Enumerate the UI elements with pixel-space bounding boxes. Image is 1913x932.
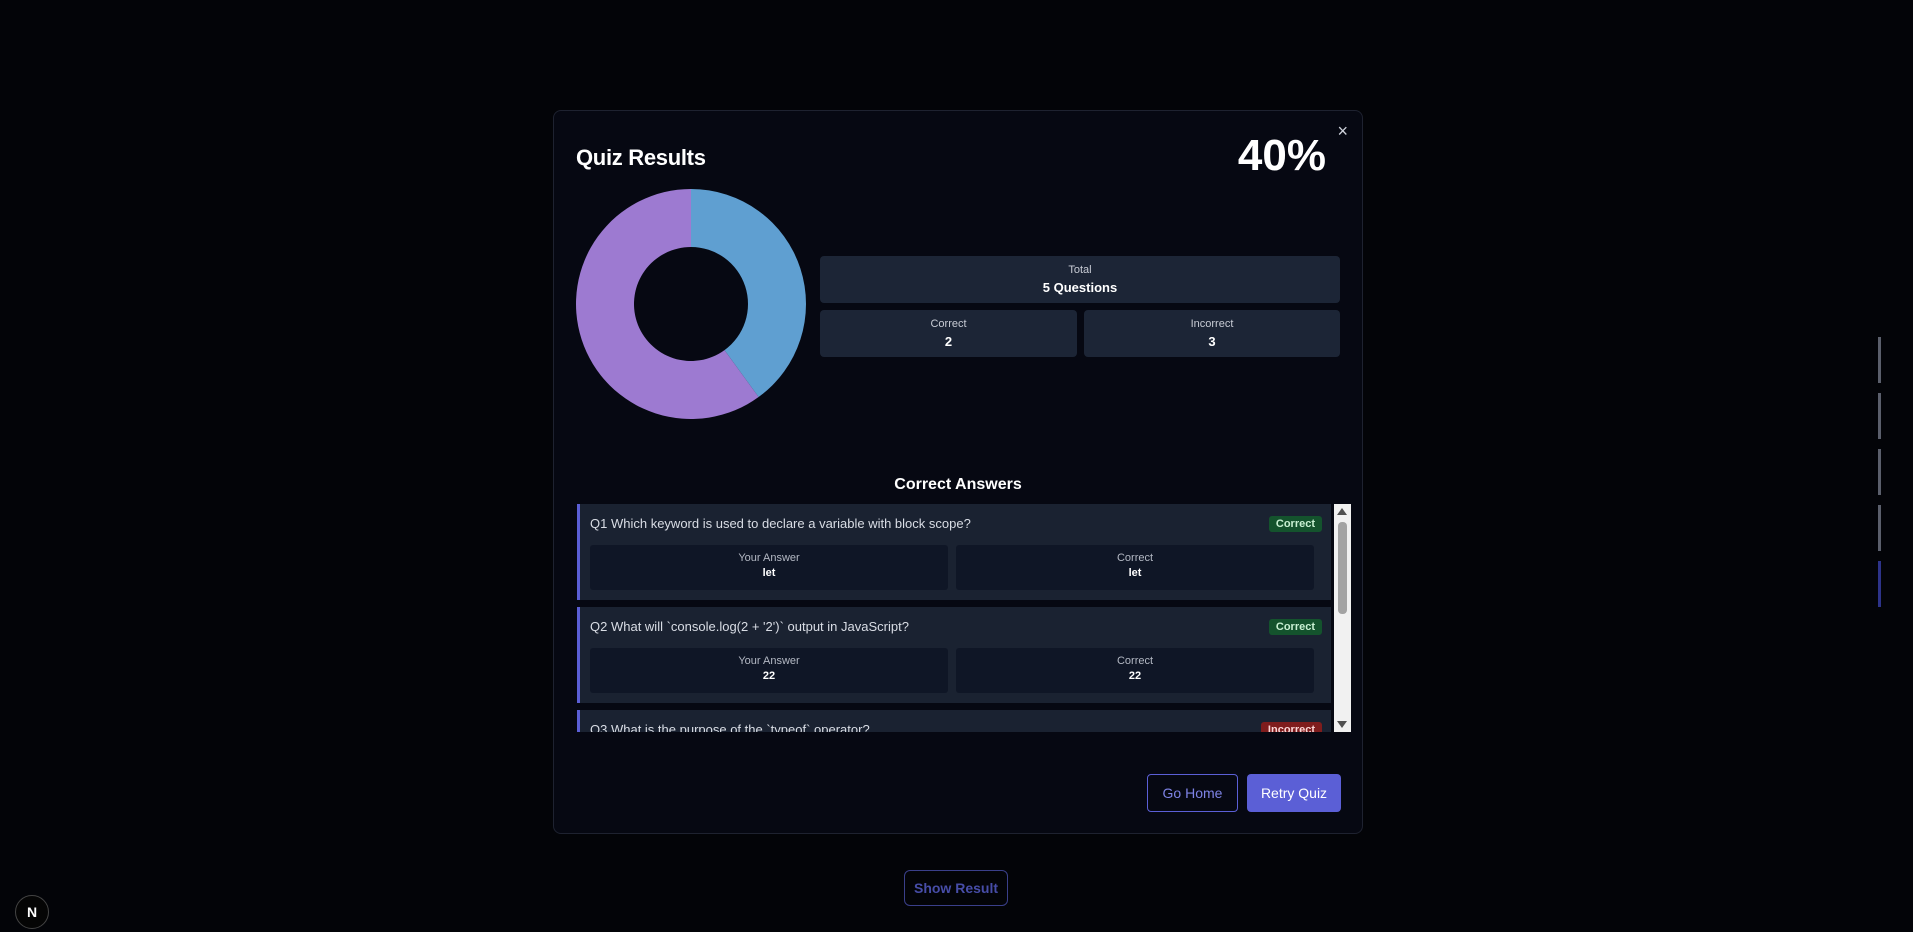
stat-incorrect: Incorrect 3 bbox=[1084, 310, 1340, 357]
progress-step-active[interactable] bbox=[1878, 561, 1881, 607]
stat-incorrect-label: Incorrect bbox=[1190, 318, 1234, 330]
question-text: Q1 Which keyword is used to declare a va… bbox=[590, 516, 971, 531]
scroll-down-arrow-icon[interactable] bbox=[1337, 721, 1347, 728]
correct-answer-label: Correct bbox=[1116, 655, 1154, 667]
progress-step[interactable] bbox=[1878, 505, 1881, 551]
status-badge: Correct bbox=[1268, 619, 1322, 635]
your-answer-value: 22 bbox=[762, 670, 776, 682]
stat-correct-value: 2 bbox=[944, 334, 953, 349]
correct-answer-box: Correct let bbox=[956, 545, 1314, 590]
question-label: Which keyword is used to declare a varia… bbox=[610, 516, 971, 531]
retry-quiz-button[interactable]: Retry Quiz bbox=[1247, 774, 1341, 812]
question-number: Q2 bbox=[590, 619, 608, 634]
stat-total: Total 5 Questions bbox=[820, 256, 1340, 303]
show-result-button[interactable]: Show Result bbox=[904, 870, 1008, 906]
modal-title: Quiz Results bbox=[576, 145, 706, 170]
answers-scroll-area[interactable]: Q1 Which keyword is used to declare a va… bbox=[577, 504, 1351, 732]
your-answer-value: let bbox=[762, 567, 776, 579]
correct-answers-heading: Correct Answers bbox=[894, 476, 1022, 493]
your-answer-box: Your Answer 22 bbox=[590, 648, 948, 693]
stat-correct-label: Correct bbox=[930, 318, 967, 330]
stat-incorrect-value: 3 bbox=[1208, 334, 1216, 349]
scroll-up-arrow-icon[interactable] bbox=[1337, 508, 1347, 515]
question-card: Q3 What is the purpose of the `typeof` o… bbox=[577, 710, 1331, 732]
your-answer-label: Your Answer bbox=[738, 655, 800, 667]
correct-answer-value: 22 bbox=[1128, 670, 1142, 682]
next-logo-icon[interactable]: N bbox=[15, 895, 49, 929]
results-donut-chart bbox=[576, 189, 806, 419]
stat-total-label: Total bbox=[1068, 264, 1092, 276]
progress-step[interactable] bbox=[1878, 337, 1881, 383]
question-text: Q2 What will `console.log(2 + '2')` outp… bbox=[590, 619, 909, 634]
status-badge: Correct bbox=[1268, 516, 1322, 532]
question-card: Q2 What will `console.log(2 + '2')` outp… bbox=[577, 607, 1331, 703]
your-answer-box: Your Answer let bbox=[590, 545, 948, 590]
correct-answer-label: Correct bbox=[1116, 552, 1154, 564]
scroll-thumb[interactable] bbox=[1338, 522, 1347, 614]
progress-step[interactable] bbox=[1878, 449, 1881, 495]
quiz-results-modal: × Quiz Results 40% Total 5 Questions Cor… bbox=[553, 110, 1363, 834]
stat-total-value: 5 Questions bbox=[1042, 280, 1118, 295]
close-icon[interactable]: × bbox=[1337, 121, 1348, 142]
go-home-button[interactable]: Go Home bbox=[1147, 774, 1238, 812]
correct-answer-value: let bbox=[1128, 567, 1142, 579]
stat-correct: Correct 2 bbox=[820, 310, 1077, 357]
question-label: What will `console.log(2 + '2')` output … bbox=[610, 619, 909, 634]
status-badge: Incorrect bbox=[1260, 722, 1322, 732]
progress-step[interactable] bbox=[1878, 393, 1881, 439]
question-number: Q1 bbox=[590, 516, 608, 531]
question-progress-bars bbox=[1878, 337, 1882, 617]
scrollbar[interactable] bbox=[1334, 504, 1351, 732]
question-label: What is the purpose of the `typeof` oper… bbox=[610, 722, 870, 732]
question-text: Q3 What is the purpose of the `typeof` o… bbox=[590, 722, 870, 732]
answers-list: Q1 Which keyword is used to declare a va… bbox=[577, 504, 1331, 732]
question-number: Q3 bbox=[590, 722, 608, 732]
question-card: Q1 Which keyword is used to declare a va… bbox=[577, 504, 1331, 600]
score-percentage: 40% bbox=[1237, 131, 1326, 180]
your-answer-label: Your Answer bbox=[738, 552, 800, 564]
correct-answer-box: Correct 22 bbox=[956, 648, 1314, 693]
